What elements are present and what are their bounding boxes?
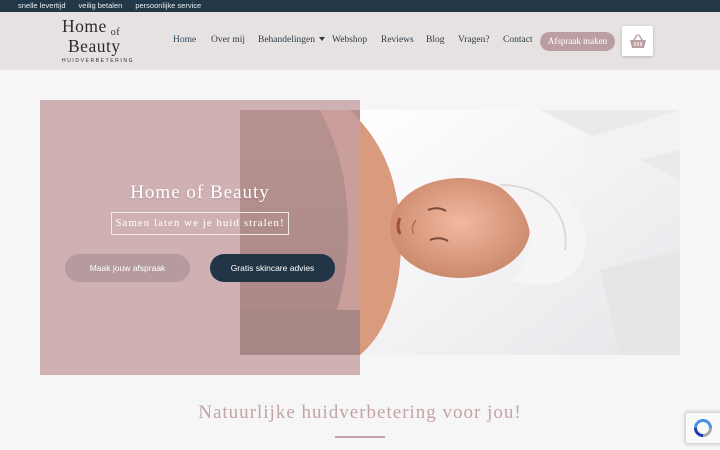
cart-button[interactable]	[622, 26, 653, 56]
hero-overlay	[40, 100, 360, 375]
title-divider	[335, 436, 385, 438]
nav-behandelingen-label: Behandelingen	[258, 35, 315, 45]
top-bar: snelle levertijd veilig betalen persoonl…	[0, 0, 720, 12]
shopping-basket-icon	[629, 33, 646, 48]
recaptcha-icon	[694, 419, 712, 437]
usp-delivery: snelle levertijd	[18, 1, 66, 10]
hero-title: Home of Beauty	[130, 182, 270, 203]
logo-home: Home	[62, 16, 107, 36]
appointment-button[interactable]: Afspraak maken	[540, 32, 615, 51]
nav-over-mij[interactable]: Over mij	[211, 35, 245, 45]
nav-webshop[interactable]: Webshop	[332, 35, 367, 45]
logo-beauty: Beauty	[68, 36, 121, 56]
recaptcha-badge[interactable]	[685, 412, 720, 444]
nav-blog[interactable]: Blog	[426, 35, 444, 45]
skincare-advice-button[interactable]: Gratis skincare advies	[210, 254, 335, 282]
hero-subtitle: Samen laten we je huid stralen!	[111, 212, 289, 235]
nav-vragen[interactable]: Vragen?	[458, 35, 490, 45]
nav-behandelingen[interactable]: Behandelingen	[258, 35, 325, 45]
site-header: Home of Beauty HUIDVERBETERING Home Over …	[0, 12, 720, 70]
chevron-down-icon	[318, 37, 325, 41]
usp-payment: veilig betalen	[78, 1, 123, 10]
nav-reviews[interactable]: Reviews	[381, 35, 414, 45]
book-appointment-button[interactable]: Maak jouw afspraak	[65, 254, 190, 282]
nav-contact[interactable]: Contact	[503, 35, 533, 45]
usp-service: persoonlijke service	[135, 1, 202, 10]
section-title: Natuurlijke huidverbetering voor jou!	[198, 402, 522, 423]
logo-tagline: HUIDVERBETERING	[62, 58, 135, 64]
nav-home[interactable]: Home	[173, 35, 196, 45]
logo[interactable]: Home of Beauty HUIDVERBETERING	[62, 16, 142, 66]
